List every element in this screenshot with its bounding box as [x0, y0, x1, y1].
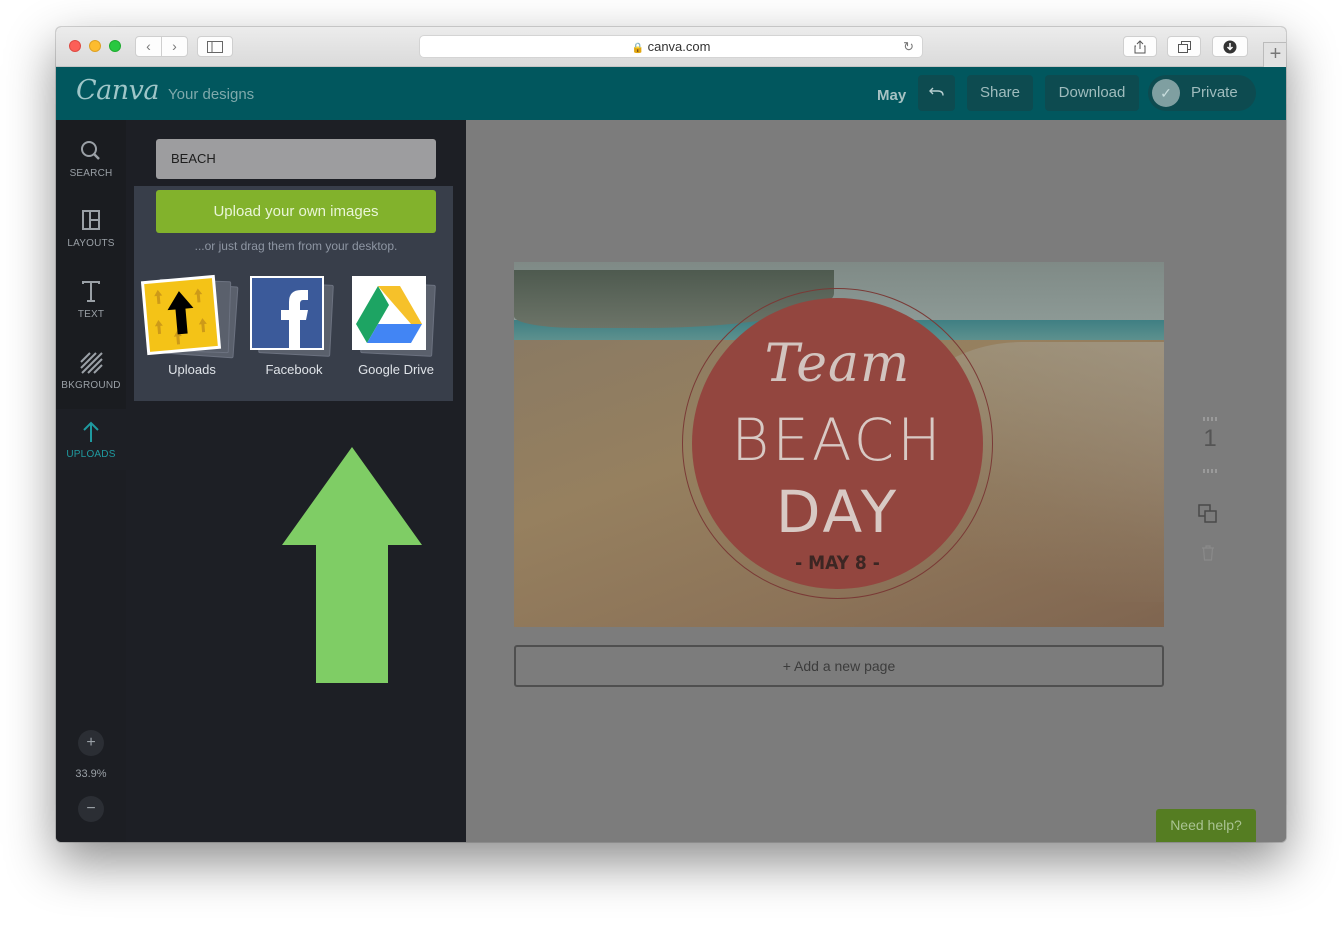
layouts-icon — [82, 210, 100, 230]
tabs-icon — [1177, 41, 1191, 53]
undo-icon — [928, 87, 944, 96]
download-button[interactable]: Download — [1045, 75, 1139, 111]
document-title[interactable]: May — [877, 87, 906, 104]
download-icon — [1223, 40, 1237, 54]
browser-toolbar: ‹ › 🔒 canva.com ↻ + — [56, 27, 1286, 67]
source-label-google-drive: Google Drive — [358, 362, 434, 377]
minimize-window-button[interactable] — [89, 40, 101, 52]
rail-label-search: SEARCH — [69, 168, 113, 179]
design-text-team[interactable]: Team — [692, 334, 983, 394]
plus-icon: + — [1269, 43, 1282, 65]
uploads-folder-icon — [140, 274, 222, 356]
check-icon: ✓ — [1152, 79, 1180, 107]
upload-images-button[interactable]: Upload your own images — [156, 190, 436, 233]
zoom-out-button[interactable]: − — [78, 796, 104, 822]
undo-button[interactable] — [918, 75, 955, 111]
close-window-button[interactable] — [69, 40, 81, 52]
share-button[interactable]: Share — [967, 75, 1033, 111]
rail-item-layouts[interactable]: LAYOUTS — [56, 198, 126, 266]
zoom-in-button[interactable]: + — [78, 730, 104, 756]
zoom-window-button[interactable] — [109, 40, 121, 52]
source-label-facebook: Facebook — [265, 362, 323, 377]
your-designs-link[interactable]: Your designs — [168, 86, 254, 103]
rail-label-text: TEXT — [77, 309, 105, 320]
green-up-arrow — [282, 447, 422, 683]
share-icon — [1134, 40, 1146, 54]
share-sheet-button[interactable] — [1123, 36, 1157, 57]
url-text: canva.com — [647, 39, 711, 54]
source-label-uploads: Uploads — [168, 362, 216, 377]
rail-footer: + 33.9% − — [56, 470, 126, 842]
search-icon — [81, 141, 100, 160]
source-google-drive[interactable]: Google Drive — [346, 276, 446, 386]
design-text-date[interactable]: - MAY 8 - — [692, 552, 983, 574]
sidebar-toggle-button[interactable] — [197, 36, 233, 57]
drag-hint: ...or just drag them from your desktop. — [194, 239, 398, 253]
upload-icon — [83, 421, 99, 442]
browser-window: ‹ › 🔒 canva.com ↻ + Canva Your designs M… — [56, 27, 1286, 842]
canva-logo[interactable]: Canva — [76, 75, 160, 106]
source-uploads[interactable]: Uploads — [140, 274, 242, 386]
address-bar[interactable]: 🔒 canva.com ↻ — [419, 35, 923, 58]
app-header: Canva Your designs May Share Download ✓ … — [56, 67, 1286, 120]
background-icon — [80, 352, 103, 374]
downloads-button[interactable] — [1212, 36, 1248, 57]
design-text-day[interactable]: DAY — [692, 478, 983, 546]
rail-label-background: BKGROUND — [61, 380, 121, 391]
rail-item-search[interactable]: SEARCH — [56, 128, 126, 196]
title-circle[interactable]: Team BEACH DAY - MAY 8 - — [692, 298, 983, 589]
text-icon — [82, 281, 100, 302]
back-button[interactable]: ‹ — [135, 36, 162, 57]
tabs-overview-button[interactable] — [1167, 36, 1201, 57]
chevron-right-icon: › — [172, 38, 177, 54]
chevron-left-icon: ‹ — [146, 38, 151, 54]
design-canvas[interactable]: Team BEACH DAY - MAY 8 - — [514, 262, 1164, 627]
lock-icon: 🔒 — [631, 43, 644, 54]
privacy-label: Private — [1191, 84, 1238, 101]
add-page-button[interactable]: + Add a new page — [514, 645, 1164, 687]
rail-item-uploads[interactable]: UPLOADS — [56, 409, 126, 477]
google-drive-icon — [352, 276, 426, 350]
zoom-level: 33.9% — [75, 768, 107, 780]
source-facebook[interactable]: Facebook — [244, 276, 344, 386]
new-tab-button[interactable]: + — [1263, 42, 1286, 67]
rail-label-uploads: UPLOADS — [66, 449, 116, 460]
uploads-panel: BEACH Upload your own images ...or just … — [126, 120, 466, 842]
design-workspace: Team BEACH DAY - MAY 8 - + Add a new pag… — [466, 120, 1286, 842]
delete-page-icon[interactable] — [1201, 545, 1215, 561]
rail-item-background[interactable]: BKGROUND — [56, 340, 126, 408]
need-help-button[interactable]: Need help? — [1156, 809, 1256, 842]
page-number: 1 — [1203, 425, 1217, 452]
search-input[interactable]: BEACH — [156, 139, 436, 179]
forward-button[interactable]: › — [161, 36, 188, 57]
sidebar-icon — [207, 41, 223, 53]
privacy-toggle[interactable]: ✓ Private — [1148, 75, 1256, 111]
drag-handle-bottom[interactable] — [1203, 469, 1217, 473]
copy-page-icon[interactable] — [1198, 504, 1218, 524]
tool-rail: SEARCH LAYOUTS TEXT BKGROUND UPLOADS + 3… — [56, 120, 126, 842]
design-text-beach[interactable]: BEACH — [692, 406, 983, 474]
drag-handle-top[interactable] — [1203, 417, 1217, 421]
facebook-icon — [250, 276, 324, 350]
rail-item-text[interactable]: TEXT — [56, 269, 126, 337]
rail-label-layouts: LAYOUTS — [67, 238, 115, 249]
reload-icon[interactable]: ↻ — [903, 36, 914, 57]
